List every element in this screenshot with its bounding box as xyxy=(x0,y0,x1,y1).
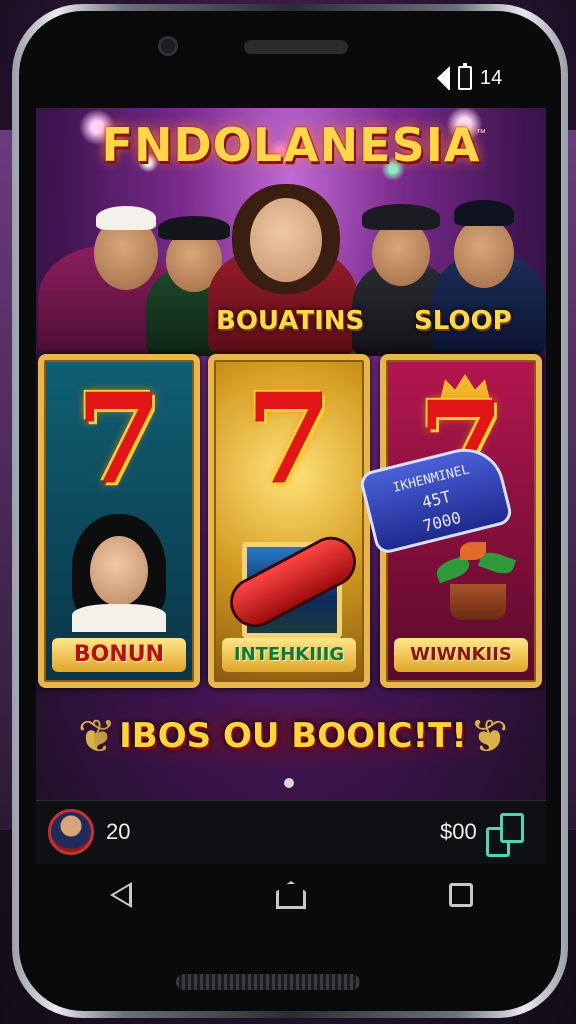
portrait-face xyxy=(90,536,148,606)
nav-recent-button[interactable] xyxy=(431,871,491,919)
host-left-cap xyxy=(96,206,156,230)
back-icon xyxy=(110,882,132,908)
battery-icon xyxy=(458,63,472,90)
game-title: FNDOLANESIA xyxy=(101,118,481,172)
reel-2[interactable]: 7 INTEHKIIIG xyxy=(208,354,370,688)
host-right-cap xyxy=(454,200,514,226)
reel-1-seven: 7 xyxy=(75,367,163,512)
nav-back-button[interactable] xyxy=(91,871,151,919)
player-avatar[interactable] xyxy=(48,809,94,855)
host-fourth-cap xyxy=(362,204,440,230)
game-screen: FNDOLANESIA ™ BOUATINS SLOOP 7 BONUN 7 I… xyxy=(36,108,546,800)
home-icon xyxy=(276,881,306,909)
game-footer-bar: 20 $00 xyxy=(36,800,546,864)
recent-apps-icon xyxy=(449,883,473,907)
host-label-right: SLOOP xyxy=(414,306,512,336)
trademark: ™ xyxy=(476,128,486,139)
host-center-head xyxy=(250,198,322,282)
coin-count: 20 xyxy=(106,819,131,844)
status-time: 14 xyxy=(480,66,503,89)
plant-pot xyxy=(450,584,506,620)
reel-2-label: INTEHKIIIG xyxy=(222,638,356,672)
reel-2-seven: 7 xyxy=(245,367,333,512)
android-nav-bar xyxy=(36,864,546,926)
reel-1[interactable]: 7 BONUN xyxy=(38,354,200,688)
potted-plant-icon xyxy=(432,532,522,622)
main-banner[interactable]: IBOS OU BOOIC!T! xyxy=(94,704,492,768)
portrait-woman xyxy=(62,514,176,632)
portrait-collar xyxy=(72,604,166,632)
nav-home-button[interactable] xyxy=(261,871,321,919)
host-label-left: BOUATINS xyxy=(216,306,365,336)
reel-1-label: BONUN xyxy=(52,638,186,672)
bank-balance: $00 xyxy=(440,819,477,844)
earpiece-speaker xyxy=(244,40,348,54)
status-bar: 14 xyxy=(424,63,503,90)
bottom-speaker-grille xyxy=(176,974,360,990)
reel-3-label: WIWNKIIS xyxy=(394,638,528,672)
leaf-3 xyxy=(460,542,486,560)
laurel-right-icon: ❦ xyxy=(469,710,509,762)
cards-icon[interactable] xyxy=(486,813,524,857)
signal-icon xyxy=(424,66,450,90)
host-right-head xyxy=(454,218,514,288)
page-indicator-dot[interactable] xyxy=(284,778,294,788)
front-camera xyxy=(158,36,178,56)
host-second-cap xyxy=(158,216,230,240)
